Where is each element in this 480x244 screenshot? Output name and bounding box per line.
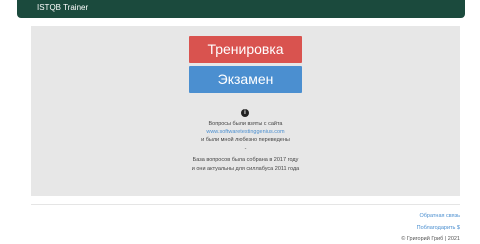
- footer-divider: [31, 204, 460, 205]
- feedback-link[interactable]: Обратная связь: [419, 213, 460, 220]
- collected-text: База вопросов была собрана в 2017 году: [192, 157, 299, 163]
- syllabus-text: и они актуальны для силлабуса 2011 года: [191, 166, 300, 172]
- thanks-link[interactable]: Поблагодарить $: [417, 225, 460, 232]
- copyright-text: © Григорий Гриб | 2021: [401, 236, 460, 242]
- text-separator: -: [244, 146, 247, 152]
- info-icon: i: [241, 109, 249, 117]
- source-text: Вопросы были взяты с сайта: [208, 121, 283, 127]
- translated-text: и были мной любезно переведены: [201, 137, 290, 143]
- exam-button[interactable]: Экзамен: [189, 66, 302, 93]
- training-button[interactable]: Тренировка: [189, 36, 302, 63]
- top-navbar: ISTQB Trainer: [17, 0, 465, 18]
- brand-title[interactable]: ISTQB Trainer: [37, 3, 88, 13]
- source-link-row: www.softwaretestinggenius.com: [31, 129, 460, 136]
- source-link[interactable]: www.softwaretestinggenius.com: [206, 129, 284, 135]
